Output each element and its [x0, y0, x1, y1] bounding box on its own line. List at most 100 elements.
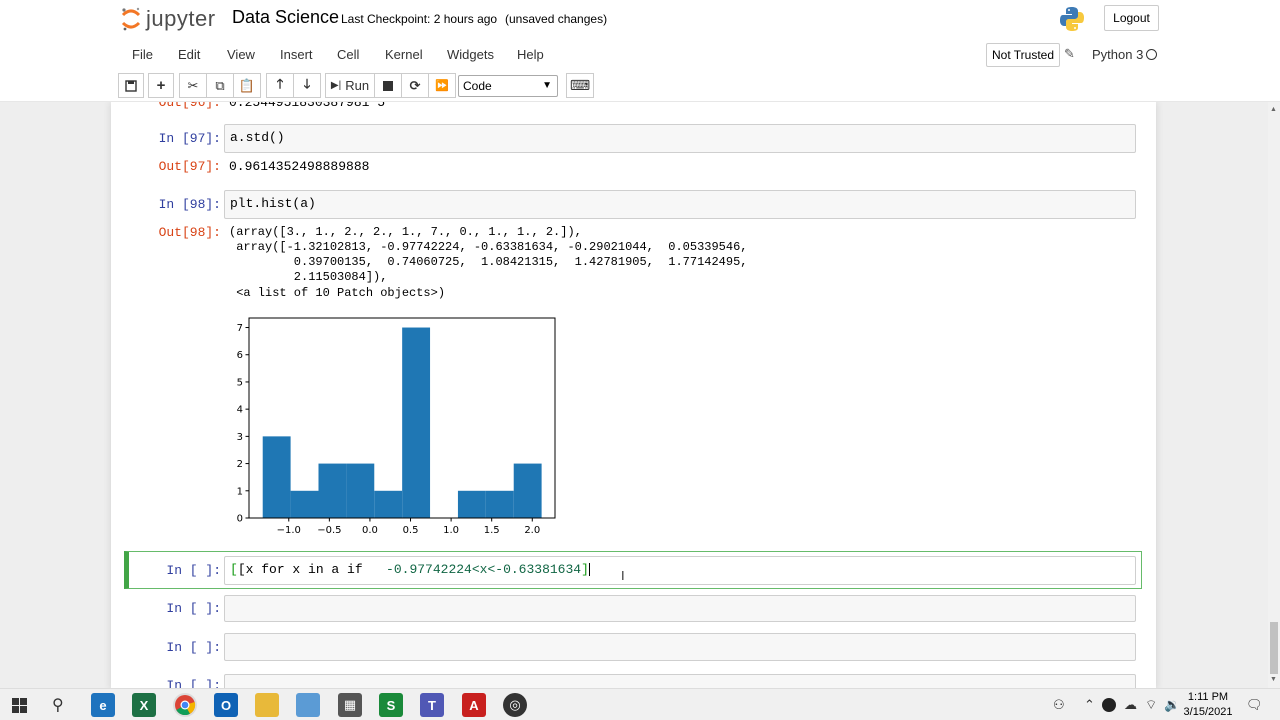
code-text-active-close: ]: [581, 562, 589, 577]
windows-taskbar: ⚲ e X O ▦ S T A ◎ ⚇ ⌃ ☁ ⌔ 🔉 1:11 PM 3/15…: [0, 688, 1280, 720]
logout-button[interactable]: Logout: [1104, 5, 1159, 31]
snagit-icon[interactable]: S: [379, 693, 403, 717]
command-palette-button[interactable]: ⌨: [566, 73, 594, 98]
code-input-empty-1[interactable]: [224, 595, 1136, 622]
unsaved-indicator: (unsaved changes): [505, 12, 608, 26]
in-prompt-98: In [98]:: [158, 197, 221, 212]
histogram-bar: [374, 490, 403, 518]
cell-type-value: Code: [463, 79, 492, 93]
notebook-toolbar: + ✂ ⧉ 📋 🡑 🡓 ▶| Run ⟳ ⏩ Code ▼ ⌨: [118, 73, 1162, 99]
notebook-name[interactable]: Data Science: [232, 7, 339, 28]
run-button[interactable]: ▶| Run: [325, 73, 375, 98]
x-tick-label: −0.5: [317, 525, 341, 536]
arrow-down-icon: 🡓: [303, 75, 311, 91]
y-tick-label: 4: [237, 405, 243, 416]
plus-icon: +: [156, 77, 166, 94]
acrobat-icon[interactable]: A: [462, 693, 486, 717]
notebook-header: jupyter Data Science Last Checkpoint: 2 …: [0, 0, 1280, 102]
x-tick-label: 2.0: [524, 525, 540, 536]
scroll-up-icon[interactable]: ▲: [1270, 106, 1277, 113]
clock-date[interactable]: 3/15/2021: [1182, 706, 1234, 718]
chevron-down-icon: ▼: [542, 80, 552, 91]
scroll-thumb[interactable]: [1270, 622, 1278, 674]
code-input-98[interactable]: plt.hist(a): [224, 190, 1136, 219]
menu-cell[interactable]: Cell: [337, 47, 359, 62]
wifi-icon[interactable]: ⌔: [1145, 697, 1157, 713]
restart-button[interactable]: ⟳: [401, 73, 429, 98]
clipboard-group: ✂ ⧉ 📋: [179, 73, 261, 98]
edit-pencil-icon[interactable]: ✎: [1064, 46, 1075, 62]
file-explorer-icon[interactable]: [255, 693, 279, 717]
output-line: array([-1.32102813, -0.97742224, -0.6338…: [229, 240, 748, 254]
jupyter-logo-icon: [121, 7, 141, 31]
people-icon[interactable]: ⚇: [1053, 697, 1065, 713]
search-icon[interactable]: ⚲: [52, 695, 64, 715]
tray-app-icon[interactable]: [1102, 698, 1116, 712]
scroll-down-icon[interactable]: ▼: [1270, 676, 1277, 683]
interrupt-button[interactable]: [374, 73, 402, 98]
y-tick-label: 5: [237, 377, 243, 388]
in-prompt-empty-2: In [ ]:: [166, 640, 221, 655]
restart-run-all-button[interactable]: ⏩: [428, 73, 456, 98]
y-tick-label: 0: [237, 514, 243, 525]
chevron-up-icon[interactable]: ⌃: [1084, 697, 1095, 713]
menu-view[interactable]: View: [227, 47, 255, 62]
code-text-active: [x for x in a if: [237, 562, 387, 577]
notes-icon[interactable]: [296, 693, 320, 717]
cut-button[interactable]: ✂: [179, 73, 207, 98]
calculator-icon[interactable]: ▦: [338, 693, 362, 717]
jupyter-logo[interactable]: jupyter: [120, 5, 216, 33]
y-tick-label: 7: [237, 323, 243, 334]
outlook-icon[interactable]: O: [214, 693, 238, 717]
plot-frame: [248, 317, 556, 519]
edge-icon[interactable]: e: [91, 693, 115, 717]
excel-icon[interactable]: X: [132, 693, 156, 717]
insert-cell-button[interactable]: +: [148, 73, 174, 98]
ibeam-cursor-icon: I: [621, 568, 625, 583]
chrome-icon[interactable]: [173, 693, 197, 717]
save-button[interactable]: [118, 73, 144, 98]
not-trusted-button[interactable]: Not Trusted: [986, 43, 1061, 67]
histogram-bar: [318, 463, 347, 518]
histogram-bar: [513, 463, 542, 518]
logo-text: jupyter: [146, 6, 216, 31]
code-input-empty-2[interactable]: [224, 633, 1136, 661]
histogram-bar: [485, 490, 514, 518]
cloud-icon[interactable]: ☁: [1124, 697, 1137, 713]
code-input-97[interactable]: a.std(): [224, 124, 1136, 153]
menu-kernel[interactable]: Kernel: [385, 47, 423, 62]
y-tick-label: 3: [237, 432, 243, 443]
x-tick-label: 0.0: [362, 525, 378, 536]
notifications-icon[interactable]: 🗨: [1246, 697, 1263, 713]
arrow-up-icon: 🡑: [276, 75, 284, 91]
out-prompt-96: Out[96]:: [158, 102, 221, 110]
move-down-button[interactable]: 🡓: [293, 73, 321, 98]
step-forward-icon: ▶|: [330, 80, 342, 91]
volume-icon[interactable]: 🔉: [1164, 697, 1180, 713]
menu-help[interactable]: Help: [517, 47, 544, 62]
out-prompt-98: Out[98]:: [158, 225, 221, 240]
y-tick-label: 2: [237, 459, 243, 470]
move-up-button[interactable]: 🡑: [266, 73, 294, 98]
paste-icon: 📋: [238, 77, 256, 93]
menu-widgets[interactable]: Widgets: [447, 47, 494, 62]
teams-icon[interactable]: T: [420, 693, 444, 717]
run-group: ▶| Run ⟳ ⏩: [325, 73, 456, 98]
copy-icon: ⧉: [215, 77, 225, 93]
windows-start-icon[interactable]: [12, 698, 27, 713]
code-input-active[interactable]: [[x for x in a if -0.97742224<x<-0.63381…: [224, 556, 1136, 585]
menu-file[interactable]: File: [132, 47, 153, 62]
output-96: 0.2544951830387981 5: [229, 102, 386, 110]
output-line: 2.11503084]),: [229, 270, 388, 284]
code-text-97: a.std(): [230, 130, 285, 145]
menu-insert[interactable]: Insert: [280, 47, 313, 62]
copy-button[interactable]: ⧉: [206, 73, 234, 98]
keyboard-icon: ⌨: [569, 77, 591, 93]
cell-type-select[interactable]: Code ▼: [458, 75, 558, 97]
clock-time[interactable]: 1:11 PM: [1182, 691, 1234, 703]
page-scrollbar[interactable]: ▲ ▼: [1268, 102, 1280, 690]
paste-button[interactable]: 📋: [233, 73, 261, 98]
obs-icon[interactable]: ◎: [503, 693, 527, 717]
restart-icon: ⟳: [409, 77, 421, 93]
menu-edit[interactable]: Edit: [178, 47, 200, 62]
